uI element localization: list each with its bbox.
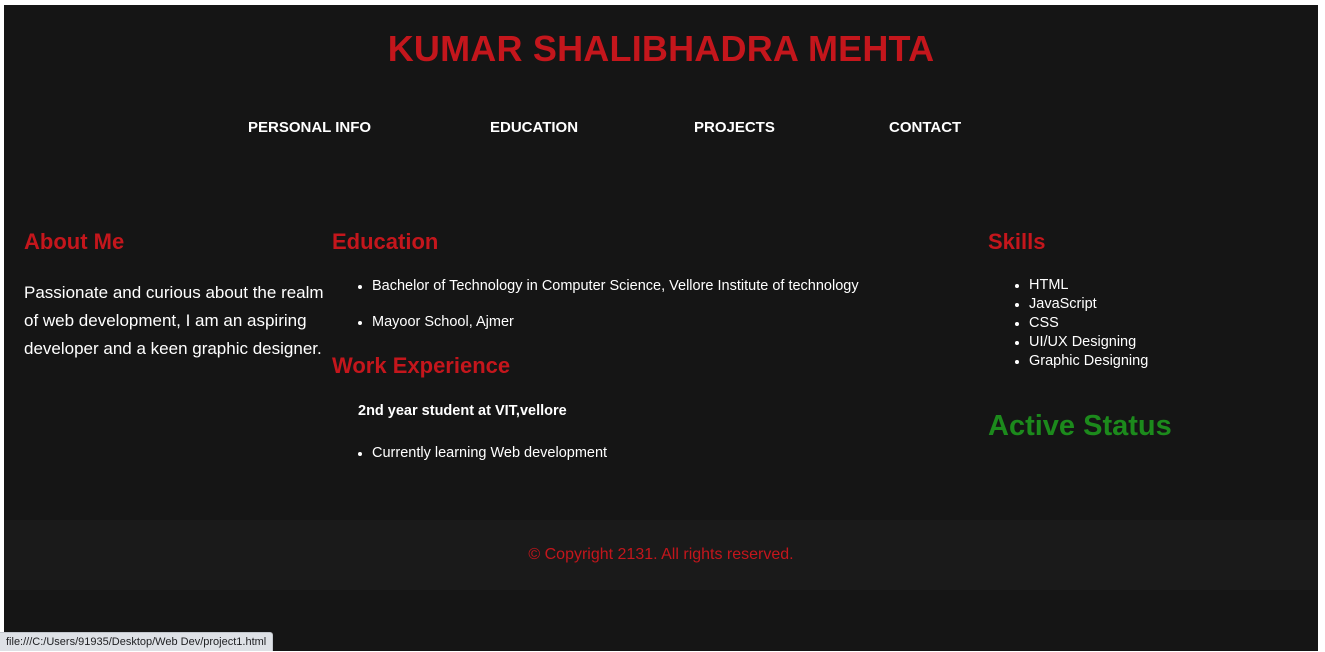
education-list: Bachelor of Technology in Computer Scien… — [358, 277, 859, 349]
work-experience-heading: Work Experience — [332, 353, 511, 378]
nav-link-education[interactable]: EDUCATION — [490, 119, 578, 136]
skills-heading: Skills — [988, 229, 1046, 254]
skill-item: CSS — [1015, 314, 1148, 333]
skills-list: HTML JavaScript CSS UI/UX Designing Grap… — [1015, 276, 1148, 371]
education-item: Mayoor School, Ajmer — [358, 313, 859, 331]
skill-item: Graphic Designing — [1015, 352, 1148, 371]
nav-link-projects[interactable]: PROJECTS — [694, 119, 775, 136]
skill-item: JavaScript — [1015, 295, 1148, 314]
nav-link-personal-info[interactable]: PERSONAL INFO — [248, 119, 371, 136]
skill-item: UI/UX Designing — [1015, 333, 1148, 352]
browser-status-url: file:///C:/Users/91935/Desktop/Web Dev/p… — [0, 632, 274, 651]
footer: © Copyright 2131. All rights reserved. — [4, 520, 1318, 590]
copyright-text: © Copyright 2131. All rights reserved. — [528, 546, 794, 563]
about-heading: About Me — [24, 229, 125, 254]
work-list: Currently learning Web development — [358, 444, 607, 462]
skill-item: HTML — [1015, 276, 1148, 295]
education-heading: Education — [332, 229, 439, 254]
page: KUMAR SHALIBHADRA MEHTA PERSONAL INFO ED… — [4, 5, 1318, 651]
site-title: KUMAR SHALIBHADRA MEHTA — [387, 28, 935, 69]
active-status: Active Status — [988, 410, 1172, 442]
education-item: Bachelor of Technology in Computer Scien… — [358, 277, 859, 295]
work-item: Currently learning Web development — [358, 444, 607, 462]
about-text: Passionate and curious about the realm o… — [24, 283, 324, 358]
work-role: 2nd year student at VIT,vellore — [358, 403, 567, 419]
nav-link-contact[interactable]: CONTACT — [889, 119, 961, 136]
